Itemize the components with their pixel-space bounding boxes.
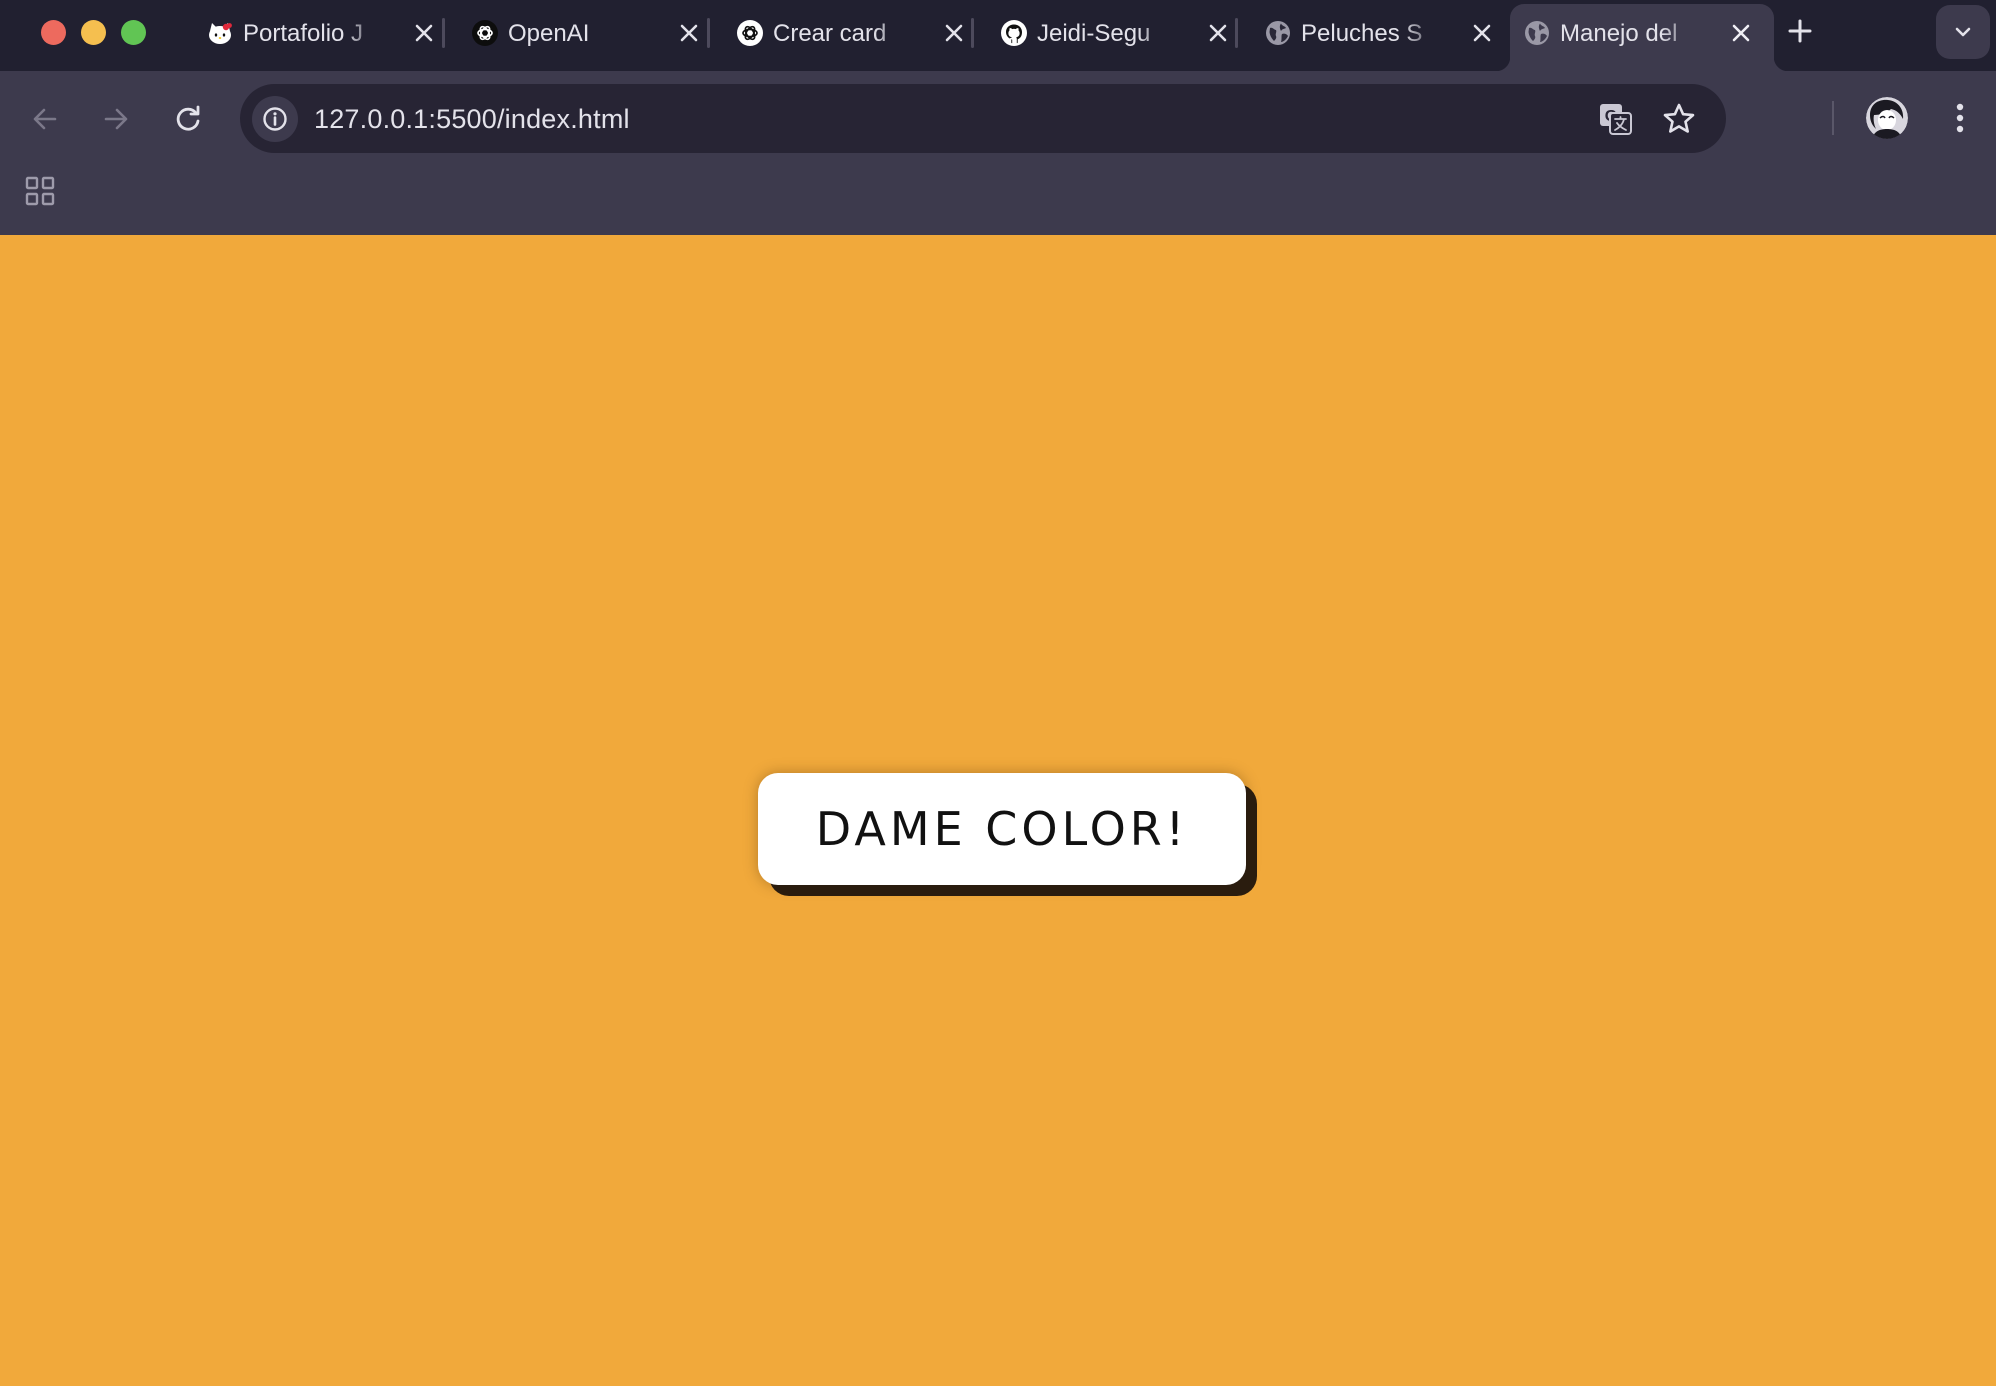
tab-strip: Portafolio J OpenAI Crear card Jeidi-Seg…: [0, 0, 1996, 71]
tab-title: Manejo del: [1560, 20, 1678, 47]
reload-icon[interactable]: [168, 99, 208, 139]
close-tab-icon[interactable]: [1207, 22, 1229, 44]
back-arrow-icon[interactable]: [25, 99, 65, 139]
tab-separator: [442, 18, 445, 48]
browser-tab[interactable]: Crear card: [723, 4, 987, 71]
browser-tab-active[interactable]: Manejo del: [1496, 4, 1788, 71]
close-tab-icon[interactable]: [413, 22, 435, 44]
tab-title: Crear card: [773, 20, 887, 47]
github-icon: [1000, 19, 1028, 47]
browser-tab[interactable]: Peluches S: [1251, 4, 1515, 71]
url-text[interactable]: 127.0.0.1:5500/index.html: [314, 102, 630, 136]
apps-grid-icon[interactable]: [24, 175, 56, 207]
toolbar-divider: [1832, 101, 1834, 135]
tab-title: Jeidi-Segu: [1037, 20, 1151, 47]
close-tab-icon[interactable]: [1730, 22, 1752, 44]
browser-tab[interactable]: Portafolio J: [193, 4, 457, 71]
tab-title: Portafolio J: [243, 20, 364, 47]
translate-icon[interactable]: G: [1595, 99, 1635, 139]
address-bar[interactable]: 127.0.0.1:5500/index.html G: [240, 84, 1726, 153]
bookmark-star-icon[interactable]: [1659, 99, 1699, 139]
maximize-window-button[interactable]: [121, 20, 146, 45]
tab-separator: [707, 18, 710, 48]
close-window-button[interactable]: [41, 20, 66, 45]
profile-avatar[interactable]: [1866, 97, 1908, 139]
tab-separator: [971, 18, 974, 48]
tab-title: Peluches S: [1301, 20, 1423, 47]
globe-icon: [1523, 19, 1551, 47]
browser-tab[interactable]: Jeidi-Segu: [987, 4, 1251, 71]
chatgpt-icon: [736, 19, 764, 47]
new-tab-plus-icon[interactable]: [1787, 18, 1813, 44]
browser-toolbar: 127.0.0.1:5500/index.html G: [0, 71, 1996, 235]
page-content: DAME COLOR!: [0, 235, 1996, 1386]
hello-kitty-icon: [206, 19, 234, 47]
forward-arrow-icon[interactable]: [96, 99, 136, 139]
tab-search-chevron-down-icon[interactable]: [1936, 5, 1990, 59]
more-menu-icon[interactable]: [1944, 97, 1976, 139]
tab-separator: [1235, 18, 1238, 48]
globe-icon: [1264, 19, 1292, 47]
close-tab-icon[interactable]: [678, 22, 700, 44]
dame-color-button[interactable]: DAME COLOR!: [758, 773, 1246, 885]
site-info-icon[interactable]: [252, 96, 298, 142]
minimize-window-button[interactable]: [81, 20, 106, 45]
close-tab-icon[interactable]: [1471, 22, 1493, 44]
openai-icon: [471, 19, 499, 47]
browser-tab[interactable]: OpenAI: [458, 4, 722, 71]
tab-title: OpenAI: [508, 20, 590, 47]
close-tab-icon[interactable]: [943, 22, 965, 44]
